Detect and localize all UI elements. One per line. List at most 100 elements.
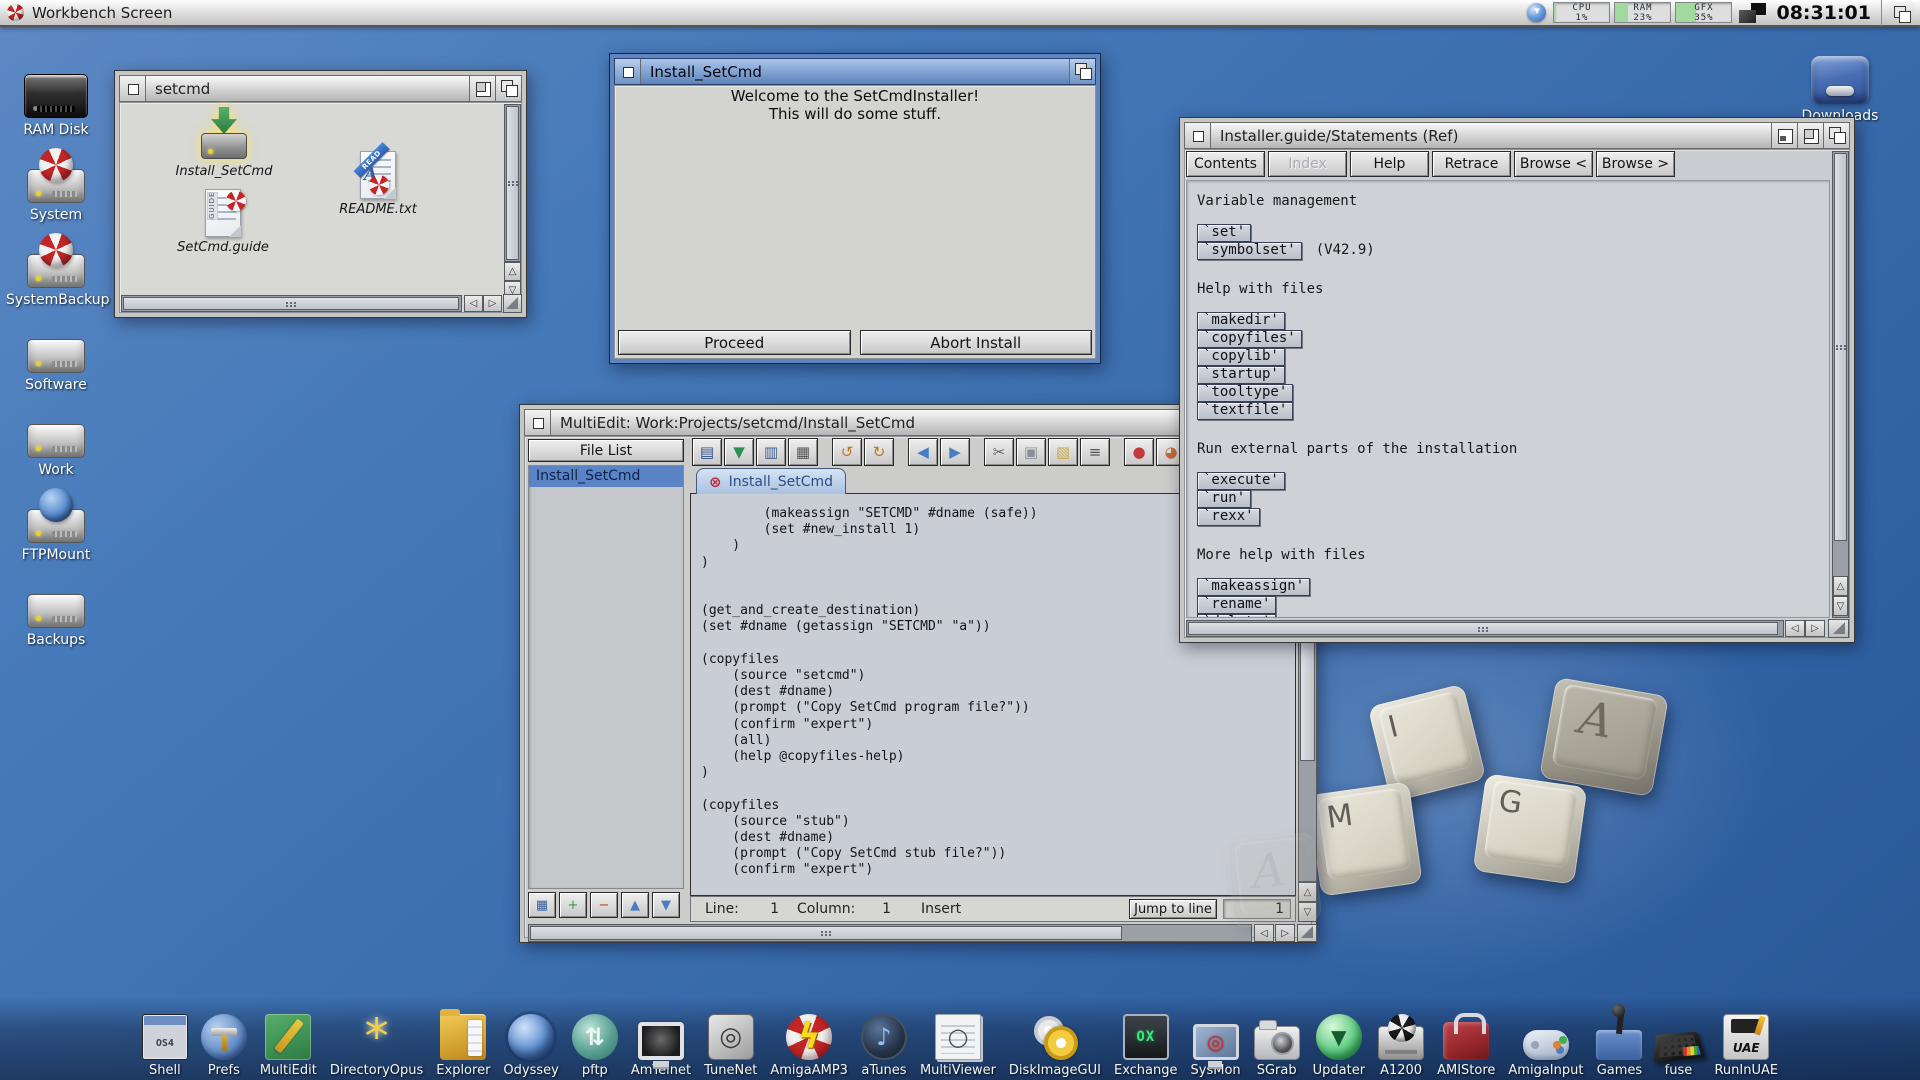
dock-item-sgrab[interactable]: SGrab [1254, 1018, 1300, 1078]
scroll-right-arrow[interactable] [1275, 924, 1295, 942]
dock-item-games[interactable]: Games [1596, 1016, 1642, 1078]
vertical-scrollbar[interactable] [1832, 151, 1849, 618]
depth-gadget[interactable] [1069, 59, 1095, 84]
file-icon-setcmd-guide[interactable]: GUIDESetCmd.guide [168, 189, 278, 255]
dock-item-sysmon[interactable]: ◎SysMon [1191, 1022, 1241, 1078]
scroll-left-arrow[interactable] [1785, 620, 1805, 637]
dock-item-shell[interactable]: OS4Shell [142, 1014, 188, 1078]
close-gadget[interactable] [1185, 123, 1211, 148]
horizontal-scrollbar[interactable] [121, 295, 462, 312]
scrollbar-thumb[interactable] [506, 106, 519, 260]
dock-item-amigaamp3[interactable]: ϟAmigaAMP3 [770, 1014, 848, 1078]
panel-window-button[interactable]: ▦ [528, 892, 556, 918]
installer-titlebar[interactable]: Install_SetCmd [614, 58, 1096, 85]
dock-item-directoryopus[interactable]: *DirectoryOpus [330, 1014, 423, 1078]
guide-nav-contents-button[interactable]: Contents [1186, 151, 1265, 177]
file-list-item-install-setcmd[interactable]: Install_SetCmd [529, 466, 683, 487]
close-gadget[interactable] [525, 410, 551, 435]
desktop-icon-ftpmount[interactable]: FTPMount [6, 491, 106, 563]
guide-link-delete[interactable]: `delete' [1197, 614, 1276, 618]
desktop-icon-system[interactable]: System [6, 151, 106, 223]
toolbar-print-button[interactable]: ▦ [788, 438, 818, 466]
desktop-icon-ram-disk[interactable]: RAM Disk [6, 66, 106, 138]
toolbar-nav-back-button[interactable]: ◀ [908, 438, 938, 466]
dock-item-exchange[interactable]: OXExchange [1114, 1014, 1178, 1078]
dock-item-tunenet[interactable]: ◎TuneNet [704, 1014, 757, 1078]
scroll-up-arrow[interactable] [504, 262, 521, 281]
resize-gadget[interactable] [1297, 924, 1317, 942]
editor-tab[interactable]: Install_SetCmd [696, 468, 846, 494]
dock-item-runinuae[interactable]: UAERunInUAE [1714, 1014, 1778, 1078]
panel-add-button[interactable]: + [559, 892, 587, 918]
desktop-icon-software[interactable]: Software [6, 321, 106, 393]
toolbar-paste-button[interactable]: ▧ [1048, 438, 1078, 466]
desktop-icon-downloads[interactable]: Downloads [1792, 52, 1888, 124]
toolbar-cut-button[interactable]: ✂ [984, 438, 1014, 466]
desktop-icon-backups[interactable]: Backups [6, 576, 106, 648]
panel-down-button[interactable]: ▼ [652, 892, 680, 918]
dock-item-a1200[interactable]: A1200 [1378, 1018, 1424, 1078]
guide-titlebar[interactable]: Installer.guide/Statements (Ref) [1184, 122, 1850, 149]
dock-item-multiedit[interactable]: MultiEdit [260, 1014, 317, 1078]
editor-horizontal-scrollbar[interactable] [528, 924, 1252, 942]
dock-item-amigainput[interactable]: AmigaInput [1508, 1020, 1583, 1078]
toolbar-macro-record-button[interactable]: ● [1124, 438, 1154, 466]
tab-close-icon[interactable] [709, 473, 722, 491]
iconify-gadget[interactable] [1771, 123, 1797, 148]
scrollbar-thumb[interactable] [123, 297, 459, 310]
close-gadget[interactable] [615, 59, 641, 84]
scrollbar-thumb[interactable] [1834, 153, 1847, 541]
guide-nav-browse-button[interactable]: Browse < [1514, 151, 1593, 177]
scroll-right-arrow[interactable] [483, 295, 502, 312]
scrollbar-thumb[interactable] [1188, 622, 1778, 635]
dock-item-explorer[interactable]: Explorer [436, 1014, 490, 1078]
scroll-down-arrow[interactable] [1833, 596, 1848, 616]
panel-remove-button[interactable]: − [590, 892, 618, 918]
depth-gadget[interactable] [1823, 123, 1849, 148]
guide-nav-help-button[interactable]: Help [1350, 151, 1429, 177]
zoom-gadget[interactable] [469, 76, 495, 101]
commodities-pulldown-icon[interactable] [1527, 3, 1546, 22]
dock-item-atunes[interactable]: ♪aTunes [861, 1014, 907, 1078]
dock-item-amistore[interactable]: AMIStore [1437, 1014, 1495, 1078]
toolbar-new-file-button[interactable]: ▤ [692, 438, 722, 466]
abort-install-button[interactable]: Abort Install [860, 330, 1093, 355]
dock-item-pftp[interactable]: ⇅pftp [572, 1014, 618, 1078]
dock-item-amtelnet[interactable]: AmTelnet [631, 1020, 691, 1078]
desktop-icon-work[interactable]: Work [6, 406, 106, 478]
proceed-button[interactable]: Proceed [618, 330, 851, 355]
depth-gadget[interactable] [495, 76, 521, 101]
vertical-scrollbar[interactable] [504, 104, 521, 262]
dock-item-multiviewer[interactable]: ○MultiViewer [920, 1014, 996, 1078]
resize-gadget[interactable] [503, 294, 522, 313]
scroll-left-arrow[interactable] [464, 295, 483, 312]
panel-up-button[interactable]: ▲ [621, 892, 649, 918]
dock-item-prefs[interactable]: Prefs [201, 1014, 247, 1078]
toolbar-undo-button[interactable]: ↺ [832, 438, 862, 466]
screen-swap-icon[interactable] [1739, 3, 1766, 23]
screen-depth-gadget[interactable] [1889, 2, 1915, 24]
guide-link-symbolset[interactable]: `symbolset' [1197, 242, 1302, 260]
dock-item-fuse[interactable]: fuse [1655, 1018, 1701, 1078]
setcmd-titlebar[interactable]: setcmd [119, 75, 522, 102]
scroll-right-arrow[interactable] [1805, 620, 1825, 637]
dock-item-diskimagegui[interactable]: DiskImageGUI [1009, 1014, 1101, 1078]
scroll-up-arrow[interactable] [1833, 576, 1848, 596]
toolbar-open-file-button[interactable]: ▼ [724, 438, 754, 466]
guide-link-textfile[interactable]: `textfile' [1197, 402, 1293, 420]
resize-gadget[interactable] [1828, 619, 1849, 638]
toolbar-redo-button[interactable]: ↻ [864, 438, 894, 466]
toolbar-stats-button[interactable]: ≡ [1080, 438, 1110, 466]
dock-item-updater[interactable]: ▼Updater [1313, 1014, 1365, 1078]
guide-nav-browse-button[interactable]: Browse > [1596, 151, 1675, 177]
dock-item-odyssey[interactable]: Odyssey [503, 1014, 558, 1078]
horizontal-scrollbar[interactable] [1186, 620, 1784, 637]
file-icon-install-setcmd[interactable]: Install_SetCmd [169, 107, 279, 179]
guide-nav-retrace-button[interactable]: Retrace [1432, 151, 1511, 177]
file-icon-readme-txt[interactable]: READAREADME.txt [323, 151, 433, 217]
toolbar-save-file-button[interactable]: ▥ [756, 438, 786, 466]
zoom-gadget[interactable] [1797, 123, 1823, 148]
close-gadget[interactable] [120, 76, 146, 101]
scrollbar-thumb[interactable] [530, 926, 1122, 940]
toolbar-nav-forward-button[interactable]: ▶ [940, 438, 970, 466]
